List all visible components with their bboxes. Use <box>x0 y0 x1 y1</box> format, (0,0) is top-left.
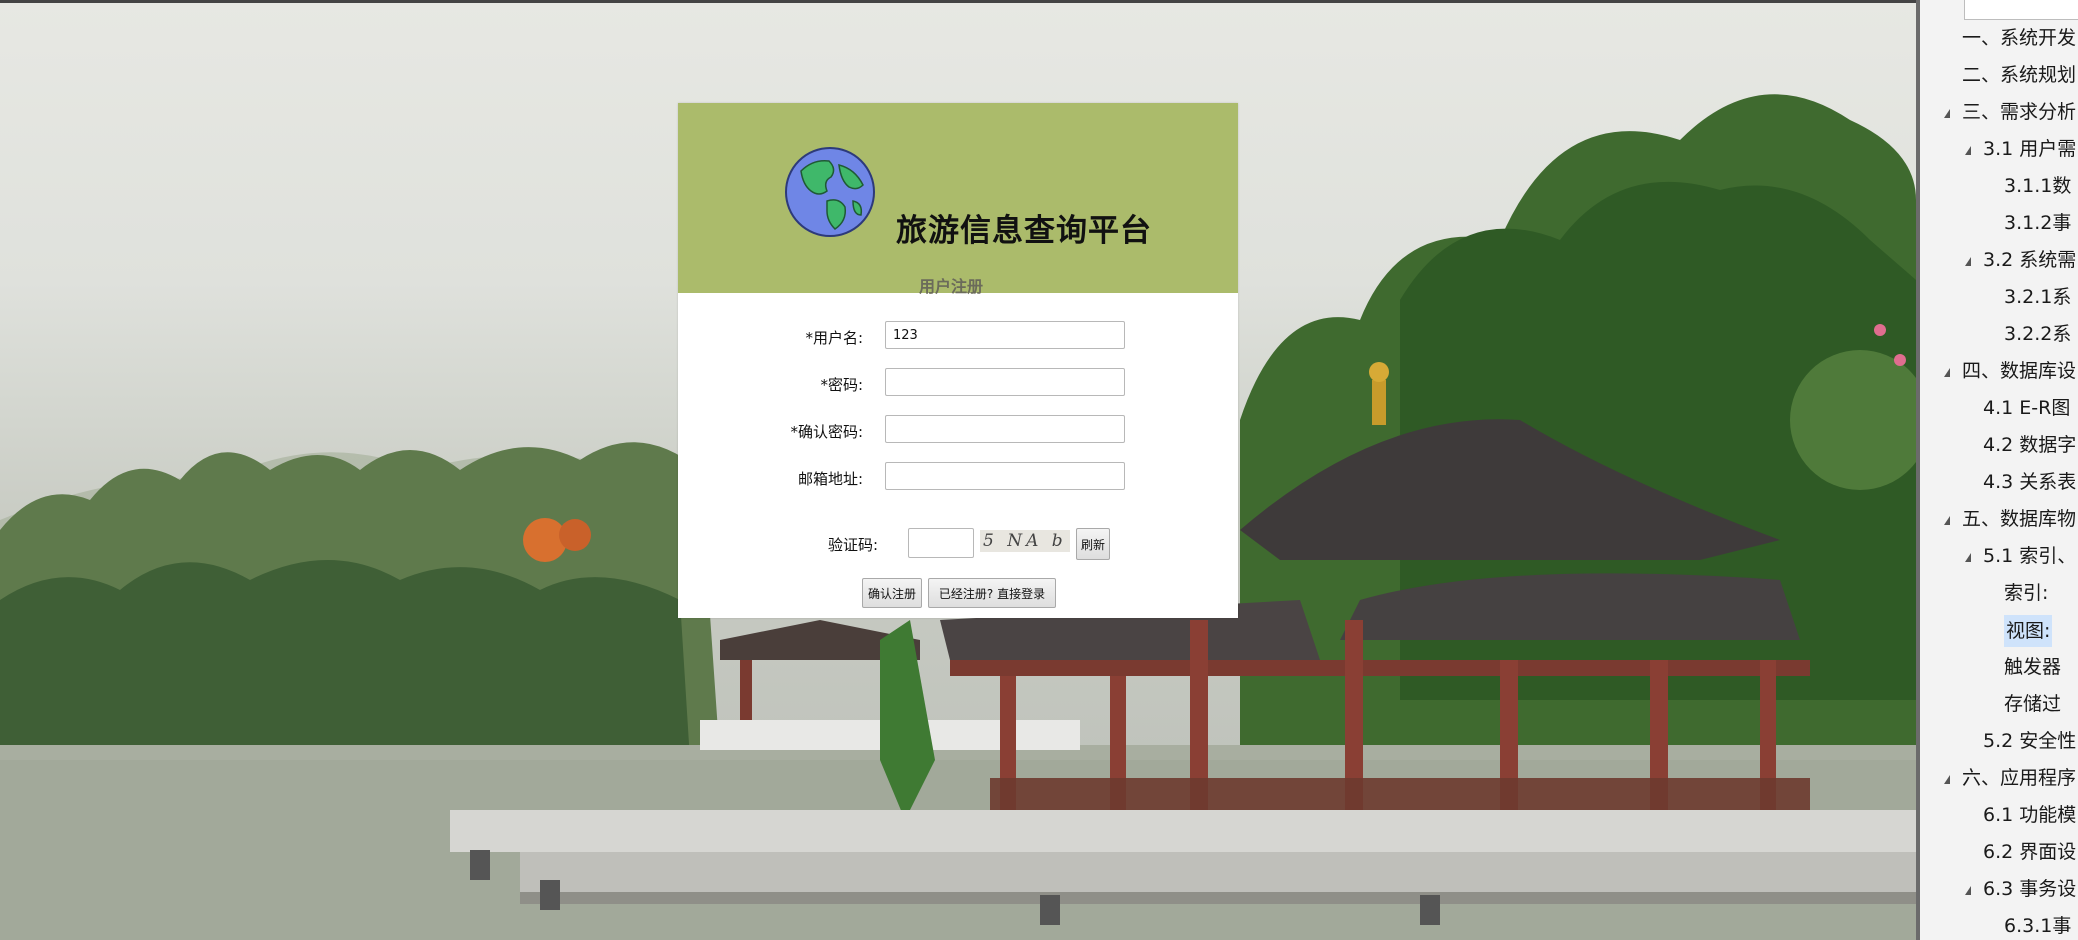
outline-item-label: 视图: <box>2004 615 2053 647</box>
password-label: *密码: <box>820 376 863 394</box>
email-row: 邮箱地址: <box>678 462 1238 494</box>
outline-item-label: 3.1 用户需 <box>1983 138 2077 160</box>
outline-item-label: 三、需求分析 <box>1962 101 2077 123</box>
outline-item[interactable]: 3.2.2系 <box>1920 319 2078 349</box>
go-login-button[interactable]: 已经注册? 直接登录 <box>928 578 1056 608</box>
outline-item-label: 五、数据库物 <box>1962 508 2077 530</box>
outline-item-label: 触发器 <box>2004 656 2062 678</box>
panel-header: 旅游信息查询平台 用户注册 <box>678 103 1238 296</box>
outline-item-label: 六、应用程序 <box>1962 767 2077 789</box>
outline-item-label: 4.3 关系表 <box>1983 471 2077 493</box>
outline-item-label: 3.2 系统需 <box>1983 249 2077 271</box>
outline-item[interactable]: 3.1 用户需 <box>1920 134 2078 164</box>
confirm-password-row: *确认密码: <box>678 415 1238 447</box>
email-input[interactable] <box>885 462 1125 490</box>
triangle-expand-icon[interactable] <box>1965 553 1971 562</box>
outline-item-label: 3.2.2系 <box>2004 323 2072 345</box>
captcha-image: 5 NA b <box>980 530 1070 552</box>
outline-item[interactable]: 5.1 索引、 <box>1920 541 2078 571</box>
outline-item[interactable]: 6.3.1事 <box>1920 911 2078 940</box>
outline-item[interactable]: 三、需求分析 <box>1920 97 2078 127</box>
outline-item-label: 3.1.1数 <box>2004 175 2072 197</box>
outline-item[interactable]: 触发器 <box>1920 652 2078 682</box>
triangle-expand-icon[interactable] <box>1965 146 1971 155</box>
triangle-expand-icon[interactable] <box>1944 368 1950 377</box>
username-label: *用户名: <box>805 329 863 347</box>
outline-item[interactable]: 四、数据库设 <box>1920 356 2078 386</box>
captcha-input[interactable] <box>908 528 974 558</box>
outline-item-label: 二、系统规划 <box>1962 64 2077 86</box>
captcha-label: 验证码: <box>827 536 878 554</box>
outline-item[interactable]: 6.2 界面设 <box>1920 837 2078 867</box>
refresh-captcha-button[interactable]: 刷新 <box>1076 528 1110 560</box>
password-input[interactable] <box>885 368 1125 396</box>
outline-item[interactable]: 一、系统开发 <box>1920 23 2078 53</box>
outline-item-label: 4.1 E-R图 <box>1983 397 2071 419</box>
outline-item[interactable]: 索引: <box>1920 578 2078 608</box>
outline-item-label: 3.2.1系 <box>2004 286 2072 308</box>
username-row: *用户名: <box>678 321 1238 353</box>
outline-item-label: 6.3 事务设 <box>1983 878 2077 900</box>
outline-item-label: 6.2 界面设 <box>1983 841 2077 863</box>
outline-item[interactable]: 4.1 E-R图 <box>1920 393 2078 423</box>
outline-item-label: 4.2 数据字 <box>1983 434 2077 456</box>
outline-search-box[interactable] <box>1964 0 2078 20</box>
outline-item[interactable]: 存储过 <box>1920 689 2078 719</box>
outline-item[interactable]: 6.1 功能模 <box>1920 800 2078 830</box>
outline-item[interactable]: 3.2.1系 <box>1920 282 2078 312</box>
outline-item[interactable]: 二、系统规划 <box>1920 60 2078 90</box>
outline-item-label: 一、系统开发 <box>1962 27 2077 49</box>
outline-item-label: 索引: <box>2004 582 2049 604</box>
site-title: 旅游信息查询平台 <box>896 213 1152 249</box>
email-label: 邮箱地址: <box>797 470 863 488</box>
triangle-expand-icon[interactable] <box>1965 257 1971 266</box>
register-panel: 旅游信息查询平台 用户注册 *用户名: *密码: *确认密码: 邮箱地址: 验证… <box>678 103 1238 618</box>
captcha-row: 验证码: 5 NA b 刷新 <box>678 528 1238 560</box>
outline-item-label: 6.1 功能模 <box>1983 804 2077 826</box>
outline-item[interactable]: 六、应用程序 <box>1920 763 2078 793</box>
outline-item[interactable]: 五、数据库物 <box>1920 504 2078 534</box>
outline-item-label: 存储过 <box>2004 693 2062 715</box>
globe-icon <box>785 147 875 237</box>
triangle-expand-icon[interactable] <box>1965 886 1971 895</box>
password-row: *密码: <box>678 368 1238 400</box>
outline-item-label: 3.1.2事 <box>2004 212 2072 234</box>
outline-item[interactable]: 5.2 安全性 <box>1920 726 2078 756</box>
outline-item[interactable]: 4.3 关系表 <box>1920 467 2078 497</box>
confirm-register-button[interactable]: 确认注册 <box>862 578 922 608</box>
outline-item[interactable]: 3.1.1数 <box>1920 171 2078 201</box>
username-input[interactable] <box>885 321 1125 349</box>
triangle-expand-icon[interactable] <box>1944 775 1950 784</box>
outline-item-label: 四、数据库设 <box>1962 360 2077 382</box>
outline-item-label: 5.2 安全性 <box>1983 730 2077 752</box>
outline-item-label: 6.3.1事 <box>2004 915 2072 937</box>
outline-item-label: 5.1 索引、 <box>1983 545 2077 567</box>
triangle-expand-icon[interactable] <box>1944 109 1950 118</box>
confirm-password-input[interactable] <box>885 415 1125 443</box>
outline-item[interactable]: 3.2 系统需 <box>1920 245 2078 275</box>
document-outline-pane: 一、系统开发 二、系统规划 三、需求分析 3.1 用户需 3.1.1数 3.1.2事 3.2… <box>1916 0 2078 940</box>
outline-item[interactable]: 6.3 事务设 <box>1920 874 2078 904</box>
triangle-expand-icon[interactable] <box>1944 516 1950 525</box>
confirm-password-label: *确认密码: <box>790 423 863 441</box>
outline-item[interactable]: 4.2 数据字 <box>1920 430 2078 460</box>
outline-item[interactable]: 视图: <box>1920 615 2078 647</box>
outline-item[interactable]: 3.1.2事 <box>1920 208 2078 238</box>
form-title: 用户注册 <box>919 277 984 296</box>
